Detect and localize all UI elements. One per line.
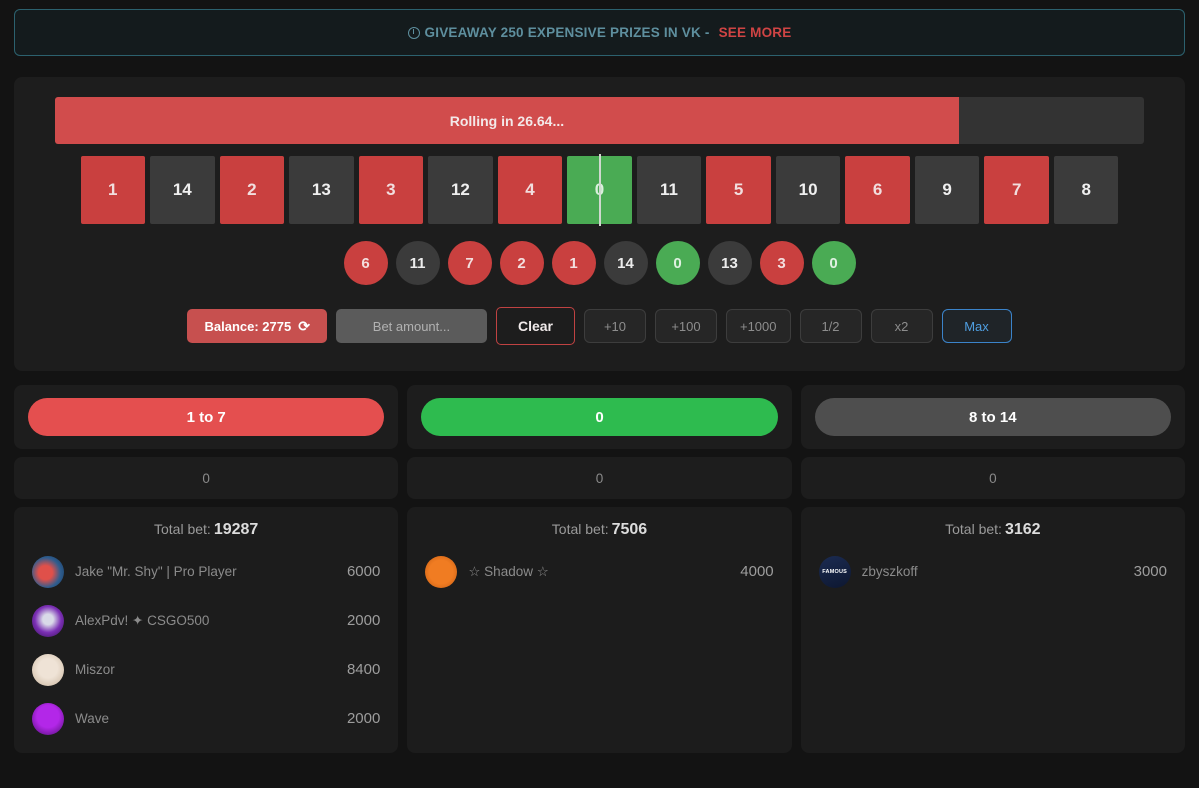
reel-tile: 14 <box>150 156 215 224</box>
reel-tile: 8 <box>1053 156 1119 224</box>
total-bet-label: Total bet: <box>154 521 211 537</box>
max-bet-button[interactable]: Max <box>941 309 1012 343</box>
player-name: Wave <box>75 711 110 726</box>
history-ball: 3 <box>759 241 804 285</box>
roll-timer-bar: Rolling in 26.64... <box>55 97 1144 144</box>
bet-card: 1 to 7 <box>14 385 399 449</box>
chip-button-10[interactable]: +10 <box>583 309 646 343</box>
player-bet-amount: 3000 <box>1133 563 1167 580</box>
total-bet-amount: 7506 <box>611 521 648 538</box>
avatar <box>425 555 458 588</box>
total-bet-amount: 19287 <box>213 521 259 538</box>
history-ball: 14 <box>603 241 648 285</box>
player-row[interactable]: AlexPdv! ✦ CSGO500 2000 <box>32 596 380 645</box>
promo-banner[interactable]: GIVEAWAY 250 EXPENSIVE PRIZES IN VK - SE… <box>14 9 1185 56</box>
history-ball: 13 <box>707 241 752 285</box>
player-bet-amount: 6000 <box>346 563 381 580</box>
player-row[interactable]: ☆ Shadow ☆ 4000 <box>425 547 774 596</box>
bet-controls: Balance: 2775 ⟳ Clear +10+100+10001/2x2 … <box>40 307 1159 345</box>
bet-card: 0 <box>407 385 792 449</box>
avatar <box>32 702 64 735</box>
total-bet: Total bet: 7506 <box>425 521 773 539</box>
history-ball: 7 <box>447 241 492 285</box>
avatar: FAMOUS <box>818 555 851 588</box>
reel-marker <box>599 154 602 226</box>
reel-tile: 10 <box>775 156 841 224</box>
avatar <box>32 604 64 637</box>
player-name: Miszor <box>75 662 115 677</box>
roll-timer-fill: Rolling in 26.64... <box>55 97 959 144</box>
player-name: ☆ Shadow ☆ <box>468 563 549 579</box>
bet-card: 8 to 14 <box>800 385 1185 449</box>
refresh-icon[interactable]: ⟳ <box>298 319 310 333</box>
see-more-link[interactable]: SEE MORE <box>719 25 792 40</box>
reel-tile: 13 <box>289 156 354 224</box>
history-ball: 1 <box>551 241 596 285</box>
reel-tile: 12 <box>428 156 493 224</box>
reel-tile: 7 <box>984 156 1049 224</box>
player-row[interactable]: Miszor 8400 <box>32 645 380 694</box>
bet-column: 0 0 Total bet: 7506 ☆ Shadow ☆ 4000 <box>407 385 792 753</box>
chip-button-100[interactable]: +100 <box>654 309 717 343</box>
total-bet-label: Total bet: <box>551 521 609 537</box>
chip-button-1000[interactable]: +1000 <box>725 309 791 343</box>
history-ball: 0 <box>811 241 856 285</box>
player-row[interactable]: Wave 2000 <box>32 694 380 743</box>
reel-tile: 9 <box>914 156 980 224</box>
players-card: Total bet: 19287 Jake "Mr. Shy" | Pro Play… <box>14 507 399 753</box>
player-bet-amount: 2000 <box>346 612 381 629</box>
my-bet-value: 0 <box>14 457 399 499</box>
roll-timer-label: Rolling in 26.64... <box>449 112 565 129</box>
history-ball: 6 <box>343 241 388 285</box>
avatar <box>32 653 64 686</box>
reel-tile: 1 <box>80 156 146 224</box>
bet-column: 1 to 7 0 Total bet: 19287 Jake "Mr. Shy" | P… <box>14 385 399 753</box>
total-bet: Total bet: 19287 <box>32 521 380 539</box>
players-card: Total bet: 7506 ☆ Shadow ☆ 4000 <box>407 507 792 753</box>
reel-tile: 11 <box>636 156 702 224</box>
bet-columns: 1 to 7 0 Total bet: 19287 Jake "Mr. Shy" | P… <box>14 385 1185 753</box>
player-bet-amount: 2000 <box>346 710 381 727</box>
chip-buttons: +10 +100 +1000 1/2 x2 <box>583 309 933 343</box>
roulette-reel: 11421331240115106978 <box>78 154 1121 226</box>
player-bet-amount: 4000 <box>740 563 774 580</box>
players-card: Total bet: 3162 FAMOUS zbyszkoff 3000 <box>800 507 1185 753</box>
reel-tile: 5 <box>706 156 771 224</box>
balance-label: Balance: 2775 <box>204 318 292 334</box>
bet-amount-input[interactable] <box>335 309 487 343</box>
promo-banner-label: GIVEAWAY 250 EXPENSIVE PRIZES IN VK - <box>424 25 710 40</box>
player-bet-amount: 8400 <box>346 661 381 678</box>
total-bet: Total bet: 3162 <box>819 521 1167 539</box>
reel-tile: 2 <box>219 156 285 224</box>
promo-banner-text: GIVEAWAY 250 EXPENSIVE PRIZES IN VK - SE… <box>407 25 792 40</box>
player-row[interactable]: Jake "Mr. Shy" | Pro Player 6000 <box>32 547 380 596</box>
clock-icon <box>407 26 420 39</box>
avatar <box>32 555 64 588</box>
place-bet-button[interactable]: 0 <box>421 398 778 436</box>
history-ball: 11 <box>395 241 440 285</box>
clear-button[interactable]: Clear <box>495 307 575 345</box>
bet-column: 8 to 14 0 Total bet: 3162 FAMOUS zbyszkoff 300… <box>800 385 1185 753</box>
reel-tile: 6 <box>845 156 910 224</box>
chip-button-x2[interactable]: x2 <box>870 309 933 343</box>
player-name: AlexPdv! ✦ CSGO500 <box>75 612 210 628</box>
balance-button[interactable]: Balance: 2775 ⟳ <box>187 309 327 343</box>
my-bet-value: 0 <box>407 457 792 499</box>
player-row[interactable]: FAMOUS zbyszkoff 3000 <box>818 547 1167 596</box>
reel-tile: 4 <box>497 156 563 224</box>
game-panel: Rolling in 26.64... 11421331240115106978… <box>14 77 1185 371</box>
player-name: Jake "Mr. Shy" | Pro Player <box>75 564 237 579</box>
chip-button-12[interactable]: 1/2 <box>799 309 862 343</box>
roll-history: 6 11 7 2 1 14 0 13 3 0 <box>40 241 1159 285</box>
player-name: zbyszkoff <box>861 564 918 579</box>
total-bet-label: Total bet: <box>945 521 1002 537</box>
history-ball: 0 <box>655 241 700 285</box>
place-bet-button[interactable]: 1 to 7 <box>28 398 385 436</box>
reel-tile: 3 <box>358 156 424 224</box>
total-bet-amount: 3162 <box>1004 521 1041 538</box>
place-bet-button[interactable]: 8 to 14 <box>814 398 1171 436</box>
history-ball: 2 <box>499 241 544 285</box>
my-bet-value: 0 <box>800 457 1185 499</box>
